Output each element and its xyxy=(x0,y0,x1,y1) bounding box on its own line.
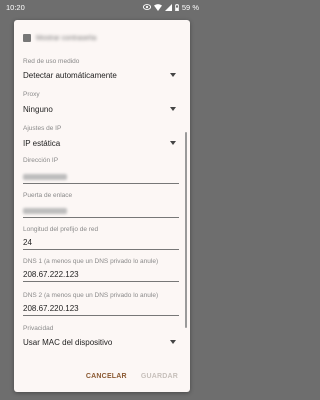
save-button[interactable]: GUARDAR xyxy=(141,373,178,380)
dropdown-arrow-icon xyxy=(170,141,176,145)
battery-percent: 59 % xyxy=(181,2,199,12)
ip-settings-label: Ajustes de IP xyxy=(23,125,62,132)
status-icons: 59 % xyxy=(142,2,199,12)
proxy-select[interactable]: Ninguno xyxy=(23,102,179,116)
ip-settings-value: IP estática xyxy=(23,138,61,148)
proxy-value: Ninguno xyxy=(23,104,53,114)
privacy-label: Privacidad xyxy=(23,325,54,332)
show-password-checkbox[interactable] xyxy=(23,34,31,42)
status-bar: 10:20 59 % xyxy=(0,0,205,14)
gateway-label: Puerta de enlace xyxy=(23,192,73,199)
wifi-edit-dialog: Mostrar contraseña Red de uso medido Det… xyxy=(14,20,190,392)
gateway-input[interactable] xyxy=(23,204,179,218)
show-password-label: Mostrar contraseña xyxy=(36,34,97,42)
wifi-icon xyxy=(153,3,162,11)
prefix-length-label: Longitud del prefijo de red xyxy=(23,226,99,233)
dropdown-arrow-icon xyxy=(170,340,176,344)
dns2-input[interactable]: 208.67.220.123 xyxy=(23,302,179,316)
dropdown-arrow-icon xyxy=(170,107,176,111)
dialog-content: Mostrar contraseña Red de uso medido Det… xyxy=(14,20,190,360)
dns1-input[interactable]: 208.67.222.123 xyxy=(23,268,179,282)
metered-select[interactable]: Detectar automáticamente xyxy=(23,68,179,82)
privacy-value: Usar MAC del dispositivo xyxy=(23,337,113,347)
ip-address-label: Dirección IP xyxy=(23,157,59,164)
scrollbar[interactable] xyxy=(185,132,187,328)
ip-address-blurred-value xyxy=(23,173,67,180)
dropdown-arrow-icon xyxy=(170,73,176,77)
ip-settings-select[interactable]: IP estática xyxy=(23,136,179,150)
signal-icon xyxy=(164,3,172,11)
metered-value: Detectar automáticamente xyxy=(23,70,117,80)
dialog-actions: CANCELAR GUARDAR xyxy=(14,360,190,392)
metered-label: Red de uso medido xyxy=(23,58,80,65)
battery-icon xyxy=(174,3,179,11)
cancel-button[interactable]: CANCELAR xyxy=(86,373,127,380)
prefix-length-input[interactable]: 24 xyxy=(23,236,179,250)
ip-address-input[interactable] xyxy=(23,170,179,184)
proxy-label: Proxy xyxy=(23,91,40,98)
status-time: 10:20 xyxy=(6,2,25,12)
dns2-label: DNS 2 (a menos que un DNS privado lo anu… xyxy=(23,292,159,299)
visibility-icon xyxy=(142,4,151,10)
gateway-blurred-value xyxy=(23,207,67,214)
privacy-select[interactable]: Usar MAC del dispositivo xyxy=(23,335,179,349)
show-password-row[interactable]: Mostrar contraseña xyxy=(23,32,96,44)
dns1-label: DNS 1 (a menos que un DNS privado lo anu… xyxy=(23,258,159,265)
